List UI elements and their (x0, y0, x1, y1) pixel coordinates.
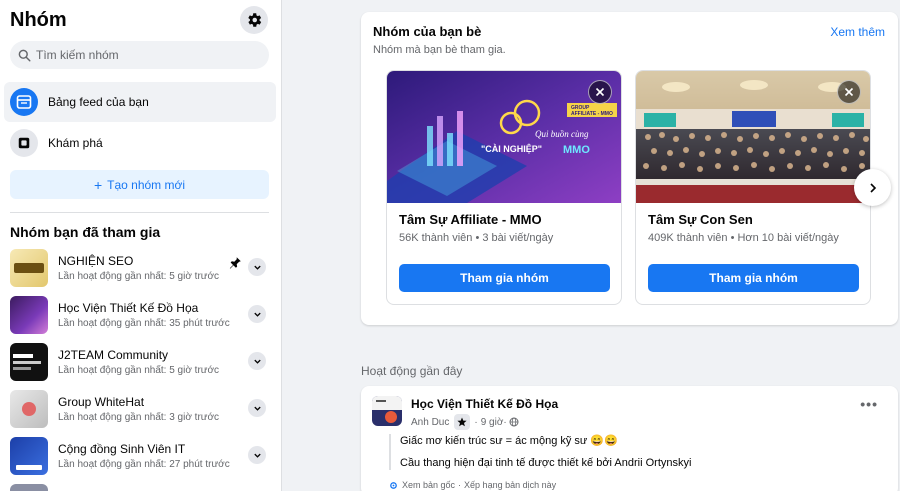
group-last-active: Lần hoạt động gần nhất: 27 phút trước (58, 459, 230, 470)
friends-groups-title: Nhóm của bạn bè (373, 24, 482, 39)
chevron-down-icon (253, 359, 261, 364)
sidebar-title: Nhóm (10, 9, 67, 31)
chevron-down-icon (253, 312, 261, 317)
star-badge-icon (454, 414, 471, 430)
group-name: NGHIỆN SEO (58, 254, 134, 268)
globe-icon (509, 417, 519, 427)
search-icon (18, 49, 31, 62)
post-more-options-icon[interactable]: ••• (860, 396, 878, 412)
suggested-group-meta: 409K thành viên • Hơn 10 bài viết/ngày (648, 232, 839, 244)
group-cover-image (636, 71, 870, 203)
gear-icon (390, 481, 397, 489)
suggested-group-meta: 56K thành viên • 3 bài viết/ngày (399, 232, 554, 244)
join-group-button[interactable]: Tham gia nhóm (648, 264, 859, 292)
nav-your-feed[interactable]: Bảng feed của bạn (4, 82, 276, 122)
see-original-link[interactable]: Xem bản gốc (402, 480, 455, 490)
nav-your-feed-label: Bảng feed của bạn (48, 95, 149, 109)
group-avatar (10, 296, 48, 334)
group-options-button[interactable] (248, 258, 266, 276)
cover-line2-text: "CÀI NGHIỆP" (481, 143, 542, 154)
group-options-button[interactable] (248, 399, 266, 417)
see-more-link[interactable]: Xem thêm (830, 25, 885, 39)
post-text-line: Cầu thang hiện đại tinh tế được thiết kế… (400, 457, 692, 469)
group-last-active: Lần hoạt động gần nhất: 35 phút trước (58, 318, 230, 329)
close-icon (844, 87, 854, 97)
group-avatar (10, 437, 48, 475)
chevron-down-icon (253, 453, 261, 458)
cover-line1-text: Qui buồn cùng (535, 129, 589, 139)
group-last-active: Lần hoạt động gần nhất: 5 giờ trước (58, 365, 220, 376)
suggested-group-name: Tâm Sự Con Sen (648, 212, 753, 227)
suggested-group-card[interactable]: Tâm Sự Con Sen 409K thành viên • Hơn 10 … (635, 70, 871, 305)
group-last-active: Lần hoạt động gần nhất: 3 giờ trước (58, 412, 220, 423)
dismiss-suggestion-button[interactable] (837, 80, 861, 104)
friends-groups-card: Nhóm của bạn bè Nhóm mà bạn bè tham gia.… (361, 12, 898, 325)
group-last-active: Lần hoạt động gần nhất: 5 giờ trước (58, 271, 220, 282)
create-group-label: Tạo nhóm mới (107, 177, 186, 192)
post-text-line: Giấc mơ kiến trúc sư = ác mộng kỹ sư 😄😄 (400, 435, 618, 447)
joined-group-item[interactable]: Cộng đồng Sinh Viên IT Lần hoạt động gần… (10, 435, 270, 477)
recent-activity-title: Hoạt động gần đây (361, 364, 463, 378)
group-avatar (10, 390, 48, 428)
group-options-button[interactable] (248, 305, 266, 323)
gear-icon (248, 13, 262, 27)
groups-sidebar: Nhóm Bảng feed của bạn (0, 0, 282, 491)
post-time[interactable]: 9 giờ (481, 417, 504, 428)
rate-translation-link[interactable]: Xếp hạng bản dịch này (464, 480, 556, 490)
cover-line3-text: MMO (563, 144, 590, 156)
joined-group-item[interactable]: NGHIỆN SEO Lần hoạt động gần nhất: 5 giờ… (10, 247, 270, 289)
group-avatar[interactable] (372, 396, 402, 426)
joined-group-item[interactable]: Group WhiteHat Lần hoạt động gần nhất: 3… (10, 388, 270, 430)
suggested-group-card[interactable]: GROUP AFFILIATE - MMO Qui buồn cùng "CÀI… (386, 70, 622, 305)
group-name: J2TEAM Community (58, 348, 169, 362)
friends-groups-subtitle: Nhóm mà bạn bè tham gia. (373, 44, 506, 56)
close-icon (595, 87, 605, 97)
post-card: Học Viện Thiết Kế Đồ Họa Anh Duc · 9 giờ… (361, 386, 898, 491)
group-name: Group WhiteHat (58, 395, 145, 409)
create-group-button[interactable]: + Tạo nhóm mới (10, 170, 269, 199)
group-avatar (10, 249, 48, 287)
join-group-button[interactable]: Tham gia nhóm (399, 264, 610, 292)
nav-discover[interactable]: Khám phá (4, 123, 276, 163)
feed-icon (10, 88, 38, 116)
chevron-down-icon (253, 406, 261, 411)
joined-group-item[interactable]: Học Viện Thiết Kế Đồ Họa Lần hoạt động g… (10, 294, 270, 336)
dot-separator: · (458, 480, 462, 490)
settings-button[interactable] (240, 6, 268, 34)
discover-icon (10, 129, 38, 157)
nav-discover-label: Khám phá (48, 136, 103, 150)
search-input[interactable] (36, 48, 256, 62)
post-meta: Anh Duc · 9 giờ · (411, 414, 519, 430)
cover-brand-text: AFFILIATE - MMO (571, 111, 613, 117)
group-options-button[interactable] (248, 446, 266, 464)
group-search[interactable] (10, 41, 269, 69)
carousel-next-button[interactable] (854, 169, 891, 206)
post-author[interactable]: Anh Duc (411, 417, 449, 428)
group-name: Học Viện Thiết Kế Đồ Họa (58, 301, 199, 315)
chevron-down-icon (253, 265, 261, 270)
pin-icon (229, 257, 241, 269)
translation-footer: Xem bản gốc · Xếp hạng bản dịch này (389, 480, 556, 490)
dismiss-suggestion-button[interactable] (588, 80, 612, 104)
dot-separator: · (503, 416, 507, 428)
joined-group-item[interactable]: J2TEAM Community Lần hoạt động gần nhất:… (10, 341, 270, 383)
joined-groups-title: Nhóm bạn đã tham gia (10, 224, 161, 240)
post-content: Giấc mơ kiến trúc sư = ác mộng kỹ sư 😄😄 … (389, 434, 691, 470)
sidebar-divider (10, 212, 269, 213)
dot-separator: · (474, 416, 478, 428)
suggested-group-name: Tâm Sự Affiliate - MMO (399, 212, 542, 227)
group-avatar (10, 343, 48, 381)
group-options-button[interactable] (248, 352, 266, 370)
group-cover-image: GROUP AFFILIATE - MMO Qui buồn cùng "CÀI… (387, 71, 621, 203)
group-name: Cộng đồng Sinh Viên IT (58, 442, 186, 456)
group-avatar (10, 484, 48, 491)
chevron-right-icon (869, 182, 876, 193)
post-group-name[interactable]: Học Viện Thiết Kế Đồ Họa (411, 397, 558, 411)
plus-icon: + (93, 176, 103, 193)
